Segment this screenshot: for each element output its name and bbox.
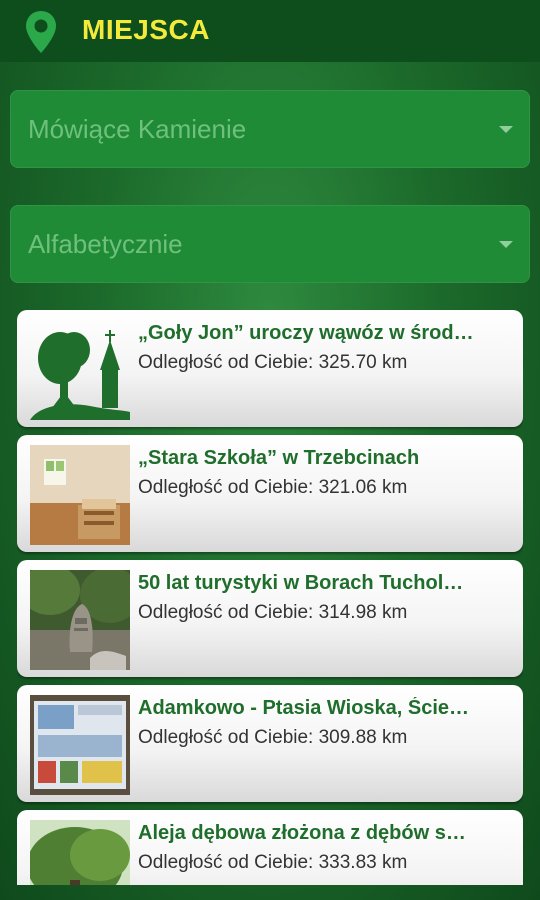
place-title: „Goły Jon” uroczy wąwóz w środ… bbox=[138, 322, 474, 344]
place-title: „Stara Szkoła” w Trzebcinach bbox=[138, 447, 420, 469]
place-card[interactable]: „Goły Jon” uroczy wąwóz w środ… Odległoś… bbox=[17, 310, 523, 427]
place-distance: Odległość od Ciebie: 314.98 km bbox=[138, 602, 408, 623]
stone-monument-photo bbox=[30, 570, 130, 670]
app-title: MIEJSCA bbox=[82, 14, 210, 45]
places-list[interactable]: „Goły Jon” uroczy wąwóz w środ… Odległoś… bbox=[17, 310, 523, 885]
category-dropdown[interactable]: Mówiące Kamienie bbox=[10, 90, 530, 168]
place-title: Aleja dębowa złożona z dębów s… bbox=[138, 822, 466, 844]
place-distance: Odległość od Ciebie: 309.88 km bbox=[138, 727, 408, 748]
app-header: MIEJSCA bbox=[0, 0, 540, 62]
place-card[interactable]: „Stara Szkoła” w Trzebcinach Odległość o… bbox=[17, 435, 523, 552]
dropdown-caret-icon bbox=[499, 126, 513, 133]
oak-tree-photo bbox=[30, 820, 130, 885]
place-card[interactable]: Adamkowo - Ptasia Wioska, Ście… Odległoś… bbox=[17, 685, 523, 802]
info-board-photo bbox=[30, 695, 130, 795]
tree-church-icon bbox=[30, 320, 130, 420]
map-pin-icon bbox=[26, 11, 56, 53]
place-distance: Odległość od Ciebie: 325.70 km bbox=[138, 352, 408, 373]
place-card[interactable]: Aleja dębowa złożona z dębów s… Odległoś… bbox=[17, 810, 523, 885]
place-card[interactable]: 50 lat turystyki w Borach Tuchol… Odległ… bbox=[17, 560, 523, 677]
room-photo bbox=[30, 445, 130, 545]
place-title: Adamkowo - Ptasia Wioska, Ście… bbox=[138, 697, 470, 719]
sort-dropdown[interactable]: Alfabetycznie bbox=[10, 205, 530, 283]
place-title: 50 lat turystyki w Borach Tuchol… bbox=[138, 572, 464, 594]
place-distance: Odległość od Ciebie: 333.83 km bbox=[138, 852, 408, 873]
sort-dropdown-value: Alfabetycznie bbox=[28, 229, 183, 259]
dropdown-caret-icon bbox=[499, 241, 513, 248]
place-distance: Odległość od Ciebie: 321.06 km bbox=[138, 477, 408, 498]
category-dropdown-value: Mówiące Kamienie bbox=[28, 114, 247, 144]
